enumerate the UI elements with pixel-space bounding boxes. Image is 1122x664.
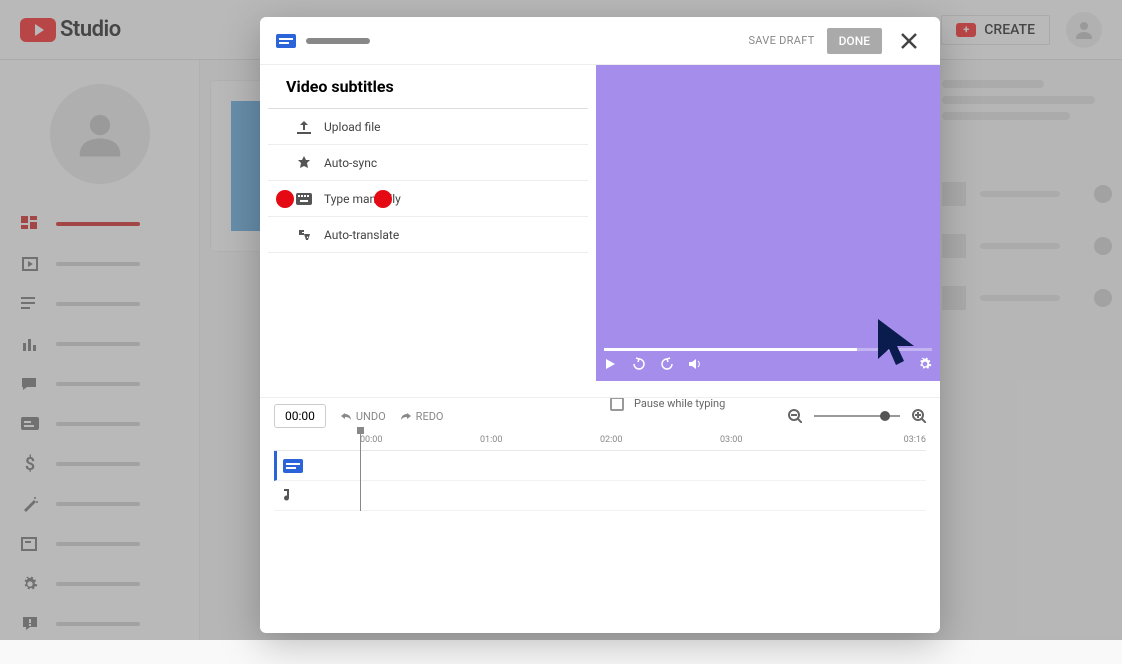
translate-icon: [296, 228, 312, 242]
subtitles-editor-modal: SAVE DRAFT DONE Video subtitles Upload f…: [260, 17, 940, 633]
play-icon[interactable]: [604, 357, 618, 371]
draft-title-placeholder: [306, 38, 370, 44]
progress-fill: [604, 348, 857, 351]
upload-icon: [296, 120, 312, 134]
method-type-manually[interactable]: Type manually: [268, 181, 588, 217]
done-button[interactable]: DONE: [827, 28, 882, 54]
forward-icon[interactable]: [660, 357, 674, 371]
undo-button[interactable]: UNDO: [340, 410, 386, 423]
method-upload-file[interactable]: Upload file: [268, 109, 588, 145]
subtitle-track-icon: [283, 459, 301, 472]
volume-icon[interactable]: [688, 357, 702, 371]
timecode-input[interactable]: 00:00: [274, 404, 326, 428]
redo-button[interactable]: REDO: [400, 410, 444, 423]
rewind-icon[interactable]: [632, 357, 646, 371]
timeline-toolbar: 00:00 UNDO REDO: [260, 397, 940, 428]
method-auto-sync[interactable]: Auto-sync: [268, 145, 588, 181]
highlight-dot-right: [374, 190, 392, 208]
save-draft-button[interactable]: SAVE DRAFT: [748, 34, 814, 47]
music-note-icon: [280, 489, 298, 502]
autosync-icon: [296, 156, 312, 170]
zoom-in-icon[interactable]: [912, 409, 926, 423]
modal-header: SAVE DRAFT DONE: [260, 17, 940, 65]
video-preview[interactable]: [596, 65, 940, 381]
keyboard-icon: [296, 193, 312, 205]
subtitle-methods-panel: Video subtitles Upload file Auto-sync Ty…: [260, 65, 596, 381]
audio-track[interactable]: [274, 481, 926, 511]
cc-icon: [276, 34, 296, 48]
zoom-slider[interactable]: [814, 415, 900, 417]
method-auto-translate[interactable]: Auto-translate: [268, 217, 588, 253]
playhead[interactable]: [360, 431, 361, 511]
highlight-dot-left: [276, 190, 294, 208]
subtitle-track[interactable]: [274, 451, 926, 481]
cursor-icon: [874, 317, 922, 369]
panel-title: Video subtitles: [268, 77, 588, 109]
zoom-out-icon[interactable]: [788, 409, 802, 423]
close-button[interactable]: [894, 28, 924, 54]
time-ruler[interactable]: 00:00 01:00 02:00 03:00 03:16: [274, 431, 926, 451]
